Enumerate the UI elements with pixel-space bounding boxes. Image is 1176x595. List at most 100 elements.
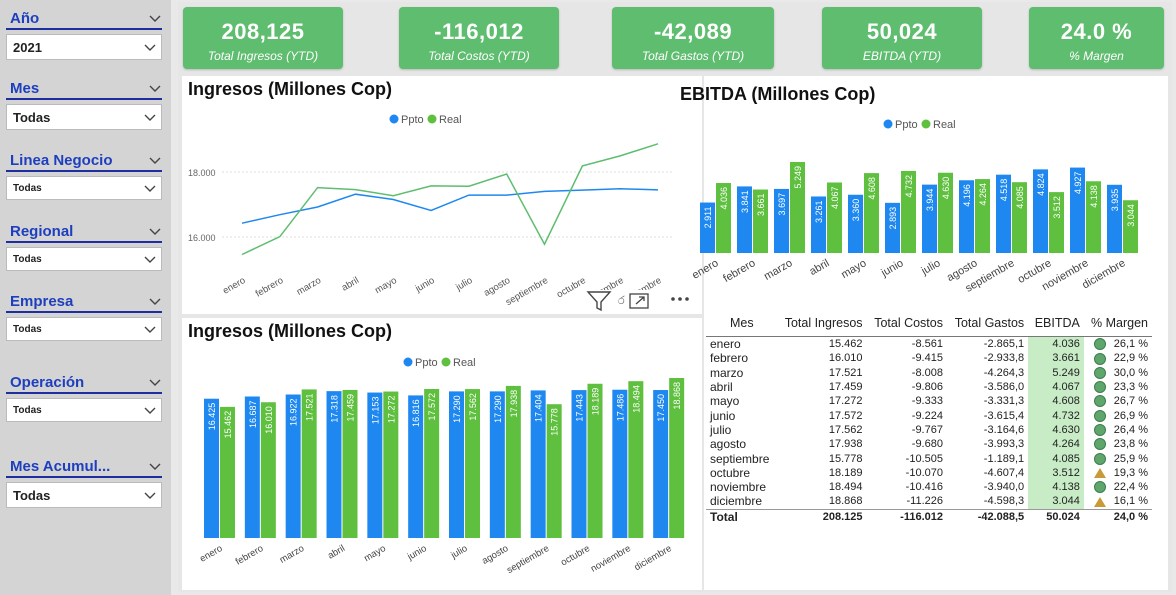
- kpi-card: 208,125 Total Ingresos (YTD): [183, 7, 343, 69]
- chevron-down-icon[interactable]: [143, 252, 157, 266]
- chevron-down-icon[interactable]: [143, 403, 157, 417]
- slicer-dropdown[interactable]: Todas: [6, 317, 162, 341]
- legend-label: Ppto: [895, 119, 918, 131]
- cell-ing: 16.010: [828, 352, 863, 365]
- cell-ebitda: 4.085: [1028, 451, 1084, 466]
- table-row: septiembre 15.778 -10.505 -1.189,1 4.085 25,9…: [706, 451, 1152, 466]
- slicer-dropdown[interactable]: Todas: [6, 247, 162, 271]
- slicer: Mes Acumul... Todas: [6, 456, 162, 508]
- cell-gas: -4.598,3: [983, 495, 1025, 508]
- status-green-icon: [1093, 381, 1106, 394]
- margen-value: 16,1 %: [1113, 495, 1148, 508]
- bar-data-label: 4.824: [1036, 173, 1046, 196]
- chevron-down-icon[interactable]: [143, 181, 157, 195]
- chevron-down-icon[interactable]: [143, 322, 157, 336]
- drill-icon[interactable]: ර: [618, 295, 625, 307]
- legend-label: Ppto: [401, 114, 424, 126]
- bar-data-label: 4.067: [830, 186, 840, 209]
- column-header[interactable]: Total Gastos: [946, 310, 1029, 337]
- column-header[interactable]: Total Ingresos: [776, 310, 867, 337]
- slicer-header[interactable]: Linea Negocio: [6, 150, 162, 172]
- slicer-value: Todas: [13, 253, 42, 265]
- slicer-dropdown[interactable]: Todas: [6, 176, 162, 200]
- bar-data-label: 3.935: [1110, 189, 1120, 212]
- bar-data-label: 17.272: [386, 396, 396, 424]
- bar-data-label: 17.290: [452, 395, 462, 423]
- x-tick-label: abril: [340, 275, 361, 294]
- cell-mes: marzo: [710, 365, 744, 380]
- column-header[interactable]: Total Costos: [866, 310, 947, 337]
- bar-data-label: 4.138: [1089, 185, 1099, 208]
- cell-ebitda: 3.512: [1028, 465, 1084, 480]
- margen-value: 26,4 %: [1113, 423, 1148, 436]
- chevron-down-icon[interactable]: [143, 488, 157, 502]
- slicer-title: Mes: [10, 79, 40, 97]
- slicer-header[interactable]: Regional: [6, 221, 162, 243]
- slicer-dropdown[interactable]: 2021: [6, 34, 162, 60]
- focus-mode-icon[interactable]: [629, 293, 649, 309]
- column-header[interactable]: EBITDA: [1028, 310, 1084, 337]
- slicer-header[interactable]: Empresa: [6, 291, 162, 313]
- collapse-chevron-icon[interactable]: [148, 375, 162, 389]
- cell-margen: 26,9 %: [1084, 408, 1152, 422]
- cell-mes: mayo: [710, 394, 740, 409]
- bar-data-label: 4.264: [978, 183, 988, 206]
- kpi-value: -116,012: [434, 19, 524, 44]
- cell-cos: -9.680: [911, 438, 943, 451]
- x-tick-label: febrero: [254, 275, 286, 300]
- cell-gas: -4.264,3: [983, 366, 1025, 379]
- cell-mes: septiembre: [710, 451, 770, 466]
- slicer-header[interactable]: Año: [6, 8, 162, 30]
- cell-cos: -9.224: [911, 409, 943, 422]
- chevron-down-icon[interactable]: [143, 110, 157, 124]
- legend-label: Real: [933, 119, 956, 131]
- bar-data-label: 3.841: [740, 190, 750, 213]
- collapse-chevron-icon[interactable]: [148, 459, 162, 473]
- table-row: diciembre 18.868 -11.226 -4.598,3 3.044 16,1 …: [706, 494, 1152, 510]
- x-tick-label: mayo: [362, 543, 388, 564]
- slicer-dropdown[interactable]: Todas: [6, 104, 162, 130]
- legend-label: Real: [453, 357, 476, 369]
- margen-value: 23,8 %: [1113, 438, 1148, 451]
- collapse-chevron-icon[interactable]: [148, 11, 162, 25]
- chevron-down-icon[interactable]: [143, 40, 157, 54]
- slicer-header[interactable]: Mes: [6, 78, 162, 100]
- cell-gas: -3.331,3: [983, 395, 1025, 408]
- collapse-chevron-icon[interactable]: [148, 224, 162, 238]
- bar-data-label: 16.816: [411, 399, 421, 427]
- slicer-value: Todas: [13, 109, 51, 125]
- table-row: noviembre 18.494 -10.416 -3.940,0 4.138 22,4 …: [706, 479, 1152, 495]
- status-green-icon: [1093, 338, 1106, 351]
- y-tick-label: 16.000: [188, 233, 216, 243]
- bar-data-label: 16.010: [264, 406, 274, 434]
- cell-margen: 23,3 %: [1084, 380, 1152, 394]
- ingresos-bar-title: Ingresos (Millones Cop): [188, 321, 393, 341]
- status-green-icon: [1093, 352, 1106, 365]
- filter-icon[interactable]: [586, 291, 612, 312]
- cell-margen: 30,0 %: [1084, 366, 1152, 380]
- slicer-header[interactable]: Operación: [6, 372, 162, 394]
- chart-legend: Ppto Real: [883, 119, 956, 131]
- cell-cos: -8.561: [911, 338, 943, 351]
- cell-ebitda: 5.249: [1028, 365, 1084, 380]
- column-header[interactable]: Mes: [706, 310, 777, 337]
- cell-gas: -3.940,0: [983, 481, 1025, 494]
- slicer-dropdown[interactable]: Todas: [6, 482, 162, 508]
- bar-data-label: 4.630: [941, 177, 951, 200]
- slicer-dropdown[interactable]: Todas: [6, 398, 162, 422]
- kpi-value: -42,089: [653, 19, 733, 44]
- bar-data-label: 4.196: [962, 184, 972, 207]
- collapse-chevron-icon[interactable]: [148, 81, 162, 95]
- slicer-header[interactable]: Mes Acumul...: [6, 456, 162, 478]
- bar-data-label: 3.661: [756, 194, 766, 217]
- x-tick-label: mayo: [373, 275, 399, 296]
- x-tick-label: junio: [878, 257, 905, 280]
- cell-ing: 15.462: [828, 338, 863, 351]
- column-header[interactable]: % Margen: [1083, 310, 1152, 337]
- margen-value: 23,3 %: [1113, 381, 1148, 394]
- legend-marker: [427, 114, 437, 124]
- collapse-chevron-icon[interactable]: [148, 294, 162, 308]
- collapse-chevron-icon[interactable]: [148, 153, 162, 167]
- cell-gas: -1.189,1: [983, 452, 1025, 465]
- bar-data-label: 16.922: [289, 399, 299, 427]
